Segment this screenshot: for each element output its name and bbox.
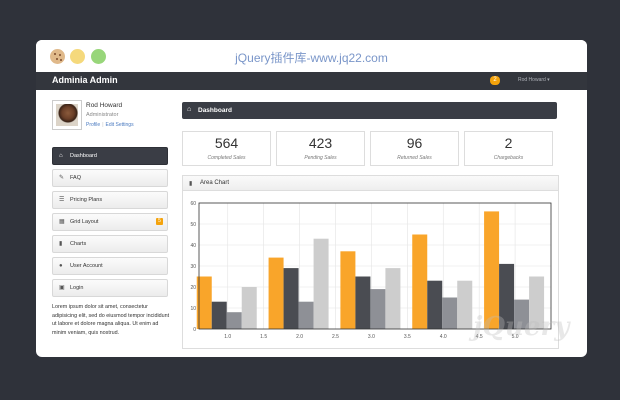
chart-bar — [385, 268, 401, 329]
stat-card-returned: 96 Returned Sales — [370, 131, 459, 166]
x-tick-label: 4.0 — [440, 334, 447, 340]
chart-bar — [355, 276, 371, 329]
y-tick-label: 20 — [190, 285, 196, 291]
chart-bar — [457, 280, 473, 329]
page-title: Dashboard — [198, 107, 232, 114]
app-header: Adminia Admin 2 Rod Howard ▾ — [36, 72, 587, 90]
user-icon: ● — [59, 263, 63, 269]
watermark-logo: jQuery — [473, 312, 570, 342]
x-tick-label: 2.5 — [332, 334, 339, 340]
stat-label: Completed Sales — [207, 155, 246, 161]
edit-settings-link[interactable]: Edit Settings — [106, 122, 134, 128]
sidebar-item-label: Grid Layout — [70, 219, 99, 225]
sidebar-item-label: Login — [70, 285, 84, 291]
x-tick-label: 3.5 — [404, 334, 411, 340]
dashboard-header: ⌂ Dashboard — [182, 102, 557, 119]
chart-bar — [268, 257, 284, 329]
chart-bar — [313, 238, 329, 329]
chart-bar — [442, 297, 458, 329]
signal-icon: ▮ — [189, 181, 193, 187]
y-tick-label: 10 — [190, 306, 196, 312]
avatar — [52, 100, 82, 130]
home-icon: ⌂ — [187, 106, 192, 113]
stat-value: 564 — [214, 135, 239, 151]
stat-value: 96 — [406, 135, 423, 151]
x-tick-label: 1.0 — [224, 334, 231, 340]
profile-link[interactable]: Profile — [86, 122, 100, 128]
sidebar-item-label: User Account — [70, 263, 103, 269]
stat-value: 2 — [504, 135, 513, 151]
stat-label: Returned Sales — [397, 155, 432, 161]
x-tick-label: 3.0 — [368, 334, 375, 340]
chart-bar — [340, 251, 356, 329]
lock-icon: ▣ — [59, 285, 65, 291]
sidebar-item-label: Dashboard — [70, 153, 97, 159]
stat-label: Pending Sales — [304, 155, 337, 161]
profile-name: Rod Howard — [86, 102, 123, 109]
chart-header: ▮ Area Chart — [183, 176, 558, 191]
chart-bar — [427, 280, 443, 329]
y-tick-label: 30 — [190, 264, 196, 270]
chart-bar — [370, 289, 386, 329]
browser-window: jQuery插件库-www.jq22.com Adminia Admin 2 R… — [36, 40, 587, 357]
stat-card-completed: 564 Completed Sales — [182, 131, 271, 166]
pushpin-icon: ✎ — [59, 175, 65, 181]
sidebar-item-login[interactable]: ▣ Login — [52, 279, 168, 297]
y-tick-label: 40 — [190, 243, 196, 249]
site-title: jQuery插件库-www.jq22.com — [235, 51, 388, 65]
sidebar-nav: ⌂ Dashboard ✎ FAQ ☰ Pricing Plans ▦ Grid… — [52, 147, 168, 301]
y-tick-label: 0 — [193, 327, 196, 333]
sidebar-item-pricing-plans[interactable]: ☰ Pricing Plans — [52, 191, 168, 209]
sidebar-item-charts[interactable]: ▮ Charts — [52, 235, 168, 253]
sidebar-item-faq[interactable]: ✎ FAQ — [52, 169, 168, 187]
sidebar-item-label: FAQ — [70, 175, 82, 181]
th-large-icon: ▦ — [59, 219, 65, 225]
stat-value: 423 — [308, 135, 333, 151]
chart-bar — [412, 234, 428, 329]
sidebar-item-dashboard[interactable]: ⌂ Dashboard — [52, 147, 168, 165]
sidebar-item-grid-layout[interactable]: ▦ Grid Layout 5 — [52, 213, 168, 231]
stat-label: Chargebacks — [493, 155, 524, 161]
notification-badge[interactable]: 2 — [490, 76, 500, 85]
profile-role: Administrator — [86, 112, 119, 118]
th-list-icon: ☰ — [59, 197, 65, 203]
chart-bar — [283, 268, 299, 329]
sidebar-item-user-account[interactable]: ● User Account — [52, 257, 168, 275]
chart-bar — [298, 301, 314, 329]
chart-bar — [241, 287, 257, 329]
signal-icon: ▮ — [59, 241, 63, 247]
sidebar-item-label: Charts — [70, 241, 87, 247]
stat-card-pending: 423 Pending Sales — [276, 131, 365, 166]
user-menu-dropdown[interactable]: Rod Howard ▾ — [518, 77, 550, 83]
y-tick-label: 60 — [190, 201, 196, 207]
chart-bar — [226, 312, 242, 329]
y-tick-label: 50 — [190, 222, 196, 228]
chart-bar — [211, 301, 227, 329]
stat-card-chargebacks: 2 Chargebacks — [464, 131, 553, 166]
brand-logo[interactable]: Adminia Admin — [52, 75, 118, 85]
sidebar-description: Lorem ipsum dolor sit amet, consectetur … — [52, 304, 170, 336]
count-badge: 5 — [156, 218, 163, 225]
window-titlebar: jQuery插件库-www.jq22.com — [36, 40, 587, 72]
x-tick-label: 2.0 — [296, 334, 303, 340]
home-icon: ⌂ — [59, 153, 63, 159]
chart-title: Area Chart — [200, 180, 230, 186]
sidebar-item-label: Pricing Plans — [70, 197, 103, 203]
x-tick-label: 1.5 — [260, 334, 267, 340]
